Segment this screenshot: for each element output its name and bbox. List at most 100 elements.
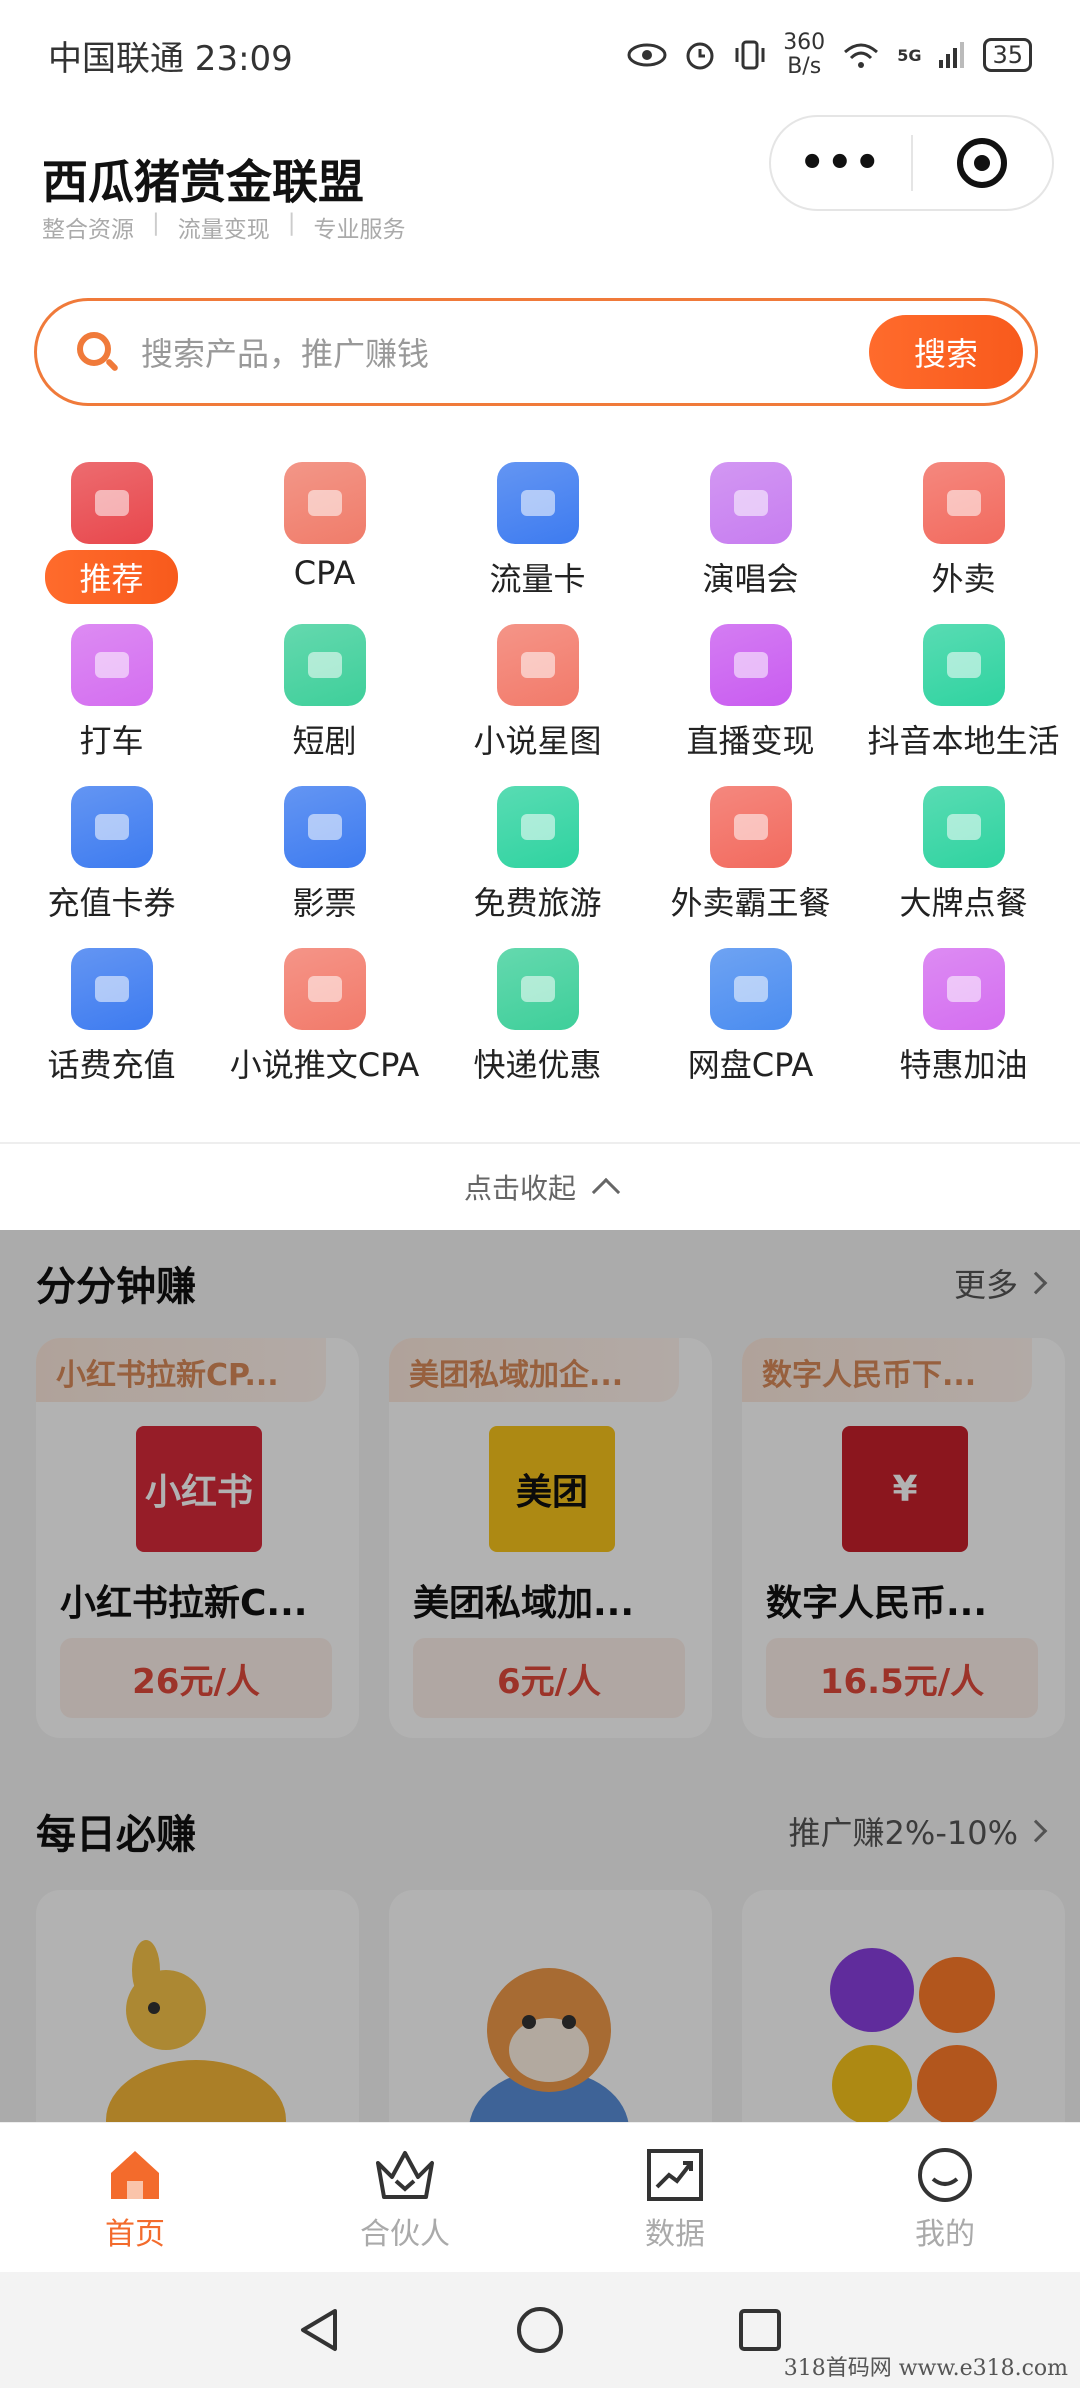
category-item[interactable]: 外卖霸王餐: [644, 784, 857, 946]
tagline-separator: |: [287, 210, 296, 236]
tab-label: 我的: [915, 2217, 975, 2252]
back-icon[interactable]: [295, 2305, 345, 2355]
category-label: 特惠加油: [899, 1046, 1028, 1084]
search-icon: [77, 332, 120, 373]
tiktok-cup-icon: [922, 624, 1005, 706]
film-reel-icon: [283, 786, 366, 868]
miniapp-capsule: •••: [769, 115, 1054, 211]
airplane-icon: [496, 786, 579, 868]
bookmark-star-icon: [70, 462, 153, 544]
category-item[interactable]: 抖音本地生活: [857, 622, 1070, 784]
live-video-icon: [709, 624, 792, 706]
dim-overlay: [0, 1230, 1080, 2122]
category-item[interactable]: 外卖: [857, 460, 1070, 622]
category-label: 话费充值: [47, 1046, 176, 1084]
lower-content: 分分钟赚 更多 小红书拉新CP... 小红书 小红书拉新C... 26元/人 美团私域加…: [0, 1230, 1080, 2122]
carrier-time: 中国联通 23:09: [48, 38, 293, 79]
book-open-icon: [283, 948, 366, 1030]
category-item[interactable]: 大牌点餐: [857, 784, 1070, 946]
home-icon: [111, 2151, 159, 2199]
home-circle-icon[interactable]: [515, 2305, 565, 2355]
category-label: 大牌点餐: [899, 884, 1028, 922]
category-item[interactable]: 免费旅游: [431, 784, 644, 946]
status-icons: 360 B/s 5G 35: [627, 31, 1032, 79]
app-tagline: 整合资源 | 流量变现 | 专业服务: [42, 210, 406, 244]
tab-label: 合伙人: [360, 2217, 450, 2252]
net-speed-value: 360: [783, 30, 826, 55]
status-bar: 中国联通 23:09 360 B/s 5G 35: [0, 0, 1080, 110]
tab-partner[interactable]: 合伙人: [270, 2123, 540, 2272]
tagline-item: 专业服务: [313, 217, 406, 243]
category-label: 小说星图: [473, 722, 602, 760]
category-item[interactable]: 网盘CPA: [644, 946, 857, 1108]
food-box-icon: [922, 462, 1005, 544]
category-label: 直播变现: [686, 722, 815, 760]
tagline-separator: |: [152, 210, 160, 236]
phone-yuan-icon: [70, 948, 153, 1030]
category-label: 流量卡: [489, 560, 586, 598]
category-label: 推荐: [45, 550, 178, 604]
category-item[interactable]: 打车: [5, 622, 218, 784]
coupon-icon: [70, 786, 153, 868]
signal-icon: [939, 42, 965, 68]
category-label: 快递优惠: [473, 1046, 602, 1084]
tagline-item: 流量变现: [177, 217, 270, 243]
tab-label: 数据: [645, 2217, 705, 2252]
bottom-tab-bar: 首页 合伙人 数据 我的: [0, 2122, 1080, 2272]
category-label: CPA: [293, 554, 356, 592]
battery-level: 35: [992, 41, 1023, 69]
book-icon: [496, 624, 579, 706]
category-item[interactable]: 直播变现: [644, 622, 857, 784]
vibrate-icon: [735, 40, 765, 70]
collapse-toggle[interactable]: 点击收起: [0, 1142, 1080, 1230]
watermark: 318首码网 www.e318.com: [783, 2356, 1068, 2381]
tv-play-icon: [283, 624, 366, 706]
tagline-item: 整合资源: [42, 217, 134, 243]
more-options-button[interactable]: •••: [771, 140, 911, 186]
category-item[interactable]: 短剧: [218, 622, 431, 784]
category-item[interactable]: 小说推文CPA: [218, 946, 431, 1108]
category-item[interactable]: 演唱会: [644, 460, 857, 622]
smile-icon: [918, 2148, 972, 2202]
category-item[interactable]: 快递优惠: [431, 946, 644, 1108]
sim-card-icon: [496, 462, 579, 544]
category-label: 外卖霸王餐: [670, 884, 831, 922]
cloud-icon: [709, 948, 792, 1030]
category-item[interactable]: CPA: [218, 460, 431, 622]
chef-hat-icon: [922, 786, 1005, 868]
recents-icon[interactable]: [735, 2305, 785, 2355]
category-label: 打车: [79, 722, 144, 760]
category-item[interactable]: 充值卡券: [5, 784, 218, 946]
fuel-pump-icon: [922, 948, 1005, 1030]
microphone-icon: [709, 462, 792, 544]
category-label: 充值卡券: [47, 884, 176, 922]
net-speed: 360 B/s: [783, 31, 825, 79]
target-icon: [957, 138, 1008, 188]
category-label: 外卖: [931, 560, 996, 598]
collapse-label: 点击收起: [463, 1172, 576, 1205]
tab-mine[interactable]: 我的: [810, 2123, 1080, 2272]
alarm-icon: [686, 42, 714, 70]
search-input[interactable]: 搜索产品，推广赚钱: [141, 329, 429, 375]
tab-home[interactable]: 首页: [0, 2123, 270, 2272]
category-item[interactable]: 特惠加油: [857, 946, 1070, 1108]
category-label: 网盘CPA: [687, 1046, 814, 1084]
signal-label: 5G: [897, 45, 922, 65]
category-label: 小说推文CPA: [229, 1046, 420, 1084]
category-item[interactable]: 话费充值: [5, 946, 218, 1108]
category-item[interactable]: 影票: [218, 784, 431, 946]
wifi-icon: [844, 43, 879, 68]
category-label: 短剧: [292, 722, 357, 760]
tab-data[interactable]: 数据: [540, 2123, 810, 2272]
battery-indicator: 35: [983, 38, 1032, 72]
search-button[interactable]: 搜索: [869, 315, 1023, 389]
category-item[interactable]: 推荐: [5, 460, 218, 622]
close-miniapp-button[interactable]: [913, 138, 1053, 188]
category-grid: 推荐 CPA 流量卡 演唱会 外卖打车 短剧 小说星图 直播变现 抖音本地生活充值卡券 影票 免费旅…: [0, 460, 1080, 1108]
app-title: 西瓜猪赏金联盟: [42, 155, 364, 209]
category-label: 抖音本地生活: [867, 722, 1060, 760]
net-speed-unit: B/s: [787, 54, 822, 79]
category-item[interactable]: 流量卡: [431, 460, 644, 622]
search-bar[interactable]: 搜索产品，推广赚钱 搜索: [34, 298, 1038, 406]
category-item[interactable]: 小说星图: [431, 622, 644, 784]
